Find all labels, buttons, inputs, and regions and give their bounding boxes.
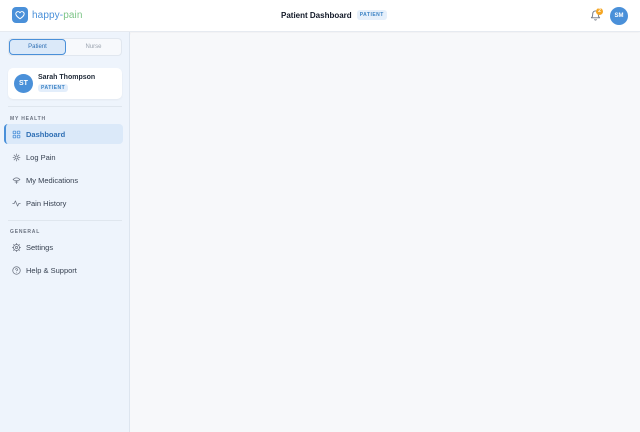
role-badge: PATIENT: [356, 10, 387, 20]
sidebar-item-help-support[interactable]: Help & Support: [4, 260, 123, 280]
role-toggle-patient[interactable]: Patient: [9, 39, 66, 55]
sidebar-item-label: Pain History: [26, 198, 67, 208]
logo-text-part1: happy-: [32, 9, 64, 21]
page-title: Patient Dashboard: [281, 10, 352, 20]
sidebar-item-pain-history[interactable]: Pain History: [4, 193, 123, 213]
sidebar-item-label: Help & Support: [26, 265, 77, 275]
logo-text-part2: pain: [63, 9, 83, 21]
help-circle-icon: [12, 265, 21, 275]
sidebar-item-settings[interactable]: Settings: [4, 237, 123, 257]
gear-icon: [12, 242, 21, 252]
profile-avatar: ST: [14, 74, 33, 93]
sidebar-item-label: Dashboard: [26, 129, 66, 139]
profile-role-badge: PATIENT: [38, 84, 69, 92]
profile-name: Sarah Thompson: [38, 74, 96, 81]
sidebar-item-label: Settings: [26, 242, 54, 252]
logo-text: happy-pain: [32, 10, 83, 21]
divider: [8, 220, 122, 221]
sidebar-item-dashboard[interactable]: Dashboard: [4, 124, 123, 144]
role-toggle: Patient Nurse: [8, 38, 122, 56]
profile-card[interactable]: ST Sarah Thompson PATIENT: [8, 68, 122, 99]
notification-count-badge: 2: [596, 8, 603, 15]
user-avatar[interactable]: SM: [610, 7, 628, 25]
role-toggle-nurse[interactable]: Nurse: [66, 39, 121, 55]
sidebar-item-label: My Medications: [26, 175, 79, 185]
section-label-general: GENERAL: [10, 229, 41, 235]
sidebar-item-my-medications[interactable]: My Medications: [4, 170, 123, 190]
sidebar-item-log-pain[interactable]: Log Pain: [4, 147, 123, 167]
top-bar: happy-pain Patient Dashboard PATIENT 2 S…: [0, 0, 640, 32]
activity-icon: [12, 199, 21, 208]
page-header: Patient Dashboard PATIENT: [281, 10, 387, 20]
logo[interactable]: happy-pain: [12, 7, 83, 23]
target-icon: [12, 153, 21, 162]
divider: [8, 106, 122, 107]
main-content: [131, 33, 640, 432]
section-label-my-health: MY HEALTH: [10, 116, 46, 122]
sidebar: Patient Nurse ST Sarah Thompson PATIENT …: [0, 32, 130, 432]
grid-icon: [12, 130, 21, 139]
pill-icon: [12, 176, 21, 185]
sidebar-item-label: Log Pain: [26, 152, 56, 162]
heart-shield-icon: [12, 7, 28, 23]
